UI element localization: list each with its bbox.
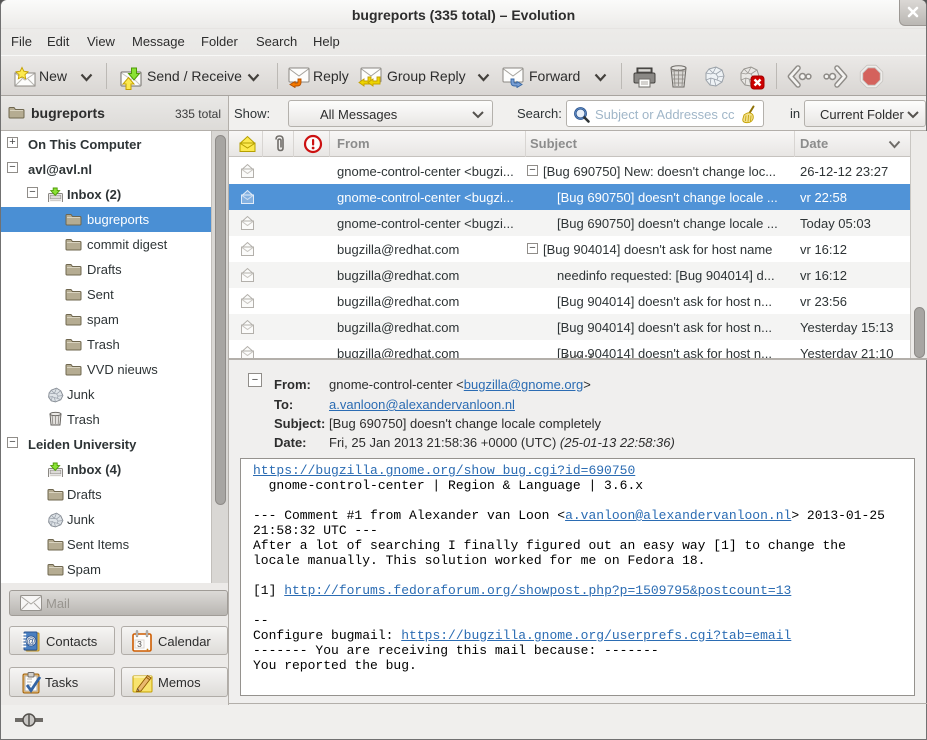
svg-text:@: @ <box>26 636 35 646</box>
svg-text:3: 3 <box>137 639 142 649</box>
